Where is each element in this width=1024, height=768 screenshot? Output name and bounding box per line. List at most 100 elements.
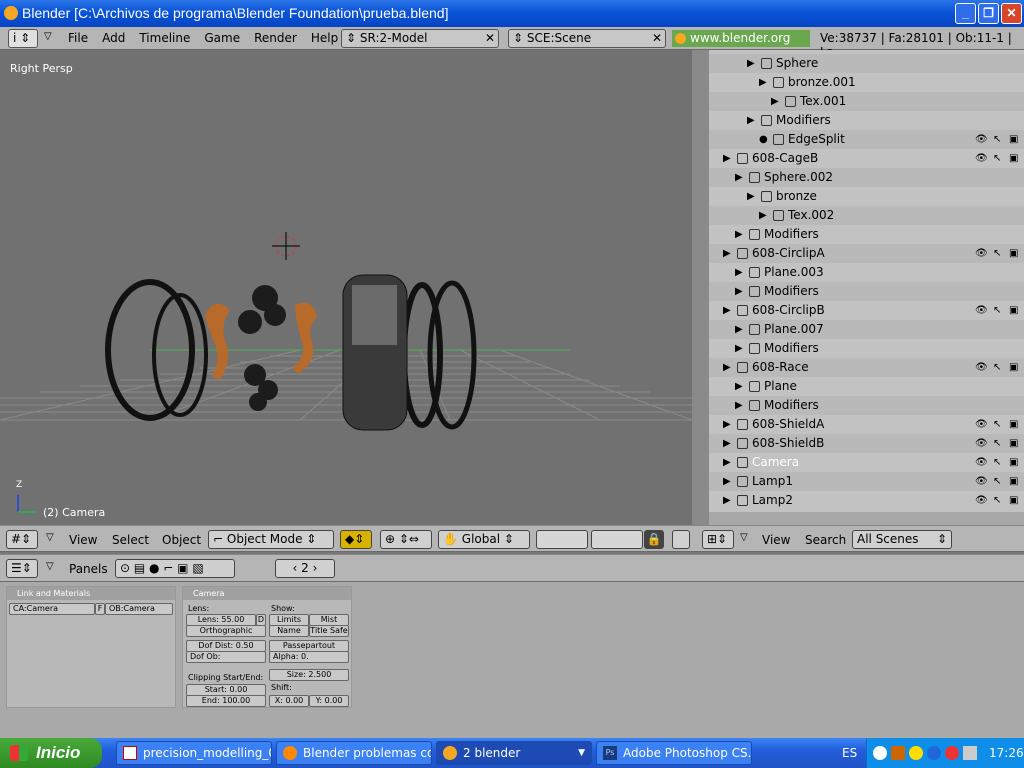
expand-toggle-icon[interactable]: ▶ [723, 472, 731, 491]
expand-toggle-icon[interactable]: ▶ [735, 339, 743, 358]
outliner-row[interactable]: ▶ Modifiers [709, 225, 1024, 244]
visibility-icon[interactable]: 👁 [975, 453, 988, 472]
render-preview-icon[interactable] [672, 530, 690, 549]
renderable-icon[interactable]: ▣ [1009, 130, 1018, 149]
orthographic-button[interactable]: Orthographic [186, 625, 266, 637]
outliner-scrollbar[interactable] [709, 512, 1024, 525]
camera-data-field[interactable]: CA:Camera [9, 603, 95, 615]
visibility-icon[interactable]: 👁 [975, 491, 988, 510]
dof-object-field[interactable]: Dof Ob: [186, 651, 266, 663]
selectable-icon[interactable]: ↖ [993, 149, 1001, 168]
selectable-icon[interactable]: ↖ [993, 244, 1001, 263]
layer-buttons-a[interactable] [536, 530, 588, 549]
pivot-selector[interactable]: ⊕ ⇕⇔ [380, 530, 432, 549]
visibility-icon[interactable]: 👁 [975, 415, 988, 434]
minimize-button[interactable]: _ [955, 3, 976, 24]
visibility-icon[interactable]: 👁 [975, 358, 988, 377]
object-name-field[interactable]: OB:Camera [105, 603, 173, 615]
outliner-row[interactable]: ▶ Sphere.002 [709, 168, 1024, 187]
tray-expand-icon[interactable] [873, 746, 887, 760]
expand-toggle-icon[interactable]: ▶ [735, 263, 743, 282]
outliner-row[interactable]: ▶ Plane.003 [709, 263, 1024, 282]
tray-app-icon-1[interactable] [891, 746, 905, 760]
expand-toggle-icon[interactable]: ● [759, 130, 768, 149]
expand-toggle-icon[interactable]: ▶ [759, 73, 767, 92]
outliner-row[interactable]: ▶ 608-ShieldB 👁 ↖ ▣ [709, 434, 1024, 453]
outliner-collapse-icon[interactable]: ▽ [740, 532, 748, 543]
renderable-icon[interactable]: ▣ [1009, 453, 1018, 472]
outliner-row[interactable]: ▶ 608-CirclipA 👁 ↖ ▣ [709, 244, 1024, 263]
visibility-icon[interactable]: 👁 [975, 244, 988, 263]
menu-view[interactable]: View [69, 533, 97, 547]
outliner-row[interactable]: ▶ Plane [709, 377, 1024, 396]
outliner-row[interactable]: ▶ 608-ShieldA 👁 ↖ ▣ [709, 415, 1024, 434]
outliner-row[interactable]: ▶ bronze.001 [709, 73, 1024, 92]
selectable-icon[interactable]: ↖ [993, 472, 1001, 491]
shading-selector[interactable]: ◆⇕ [340, 530, 372, 549]
expand-toggle-icon[interactable]: ▶ [747, 54, 755, 73]
renderable-icon[interactable]: ▣ [1009, 301, 1018, 320]
blender-org-link[interactable]: www.blender.org 249 [672, 30, 810, 62]
expand-toggle-icon[interactable]: ▶ [735, 396, 743, 415]
outliner-row[interactable]: ▶ 608-CirclipB 👁 ↖ ▣ [709, 301, 1024, 320]
visibility-icon[interactable]: 👁 [975, 434, 988, 453]
renderable-icon[interactable]: ▣ [1009, 149, 1018, 168]
menu-file[interactable]: File [68, 31, 88, 45]
area-splitter[interactable] [692, 50, 709, 525]
outliner-row[interactable]: ▶ Camera 👁 ↖ ▣ [709, 453, 1024, 472]
outliner-row[interactable]: ▶ 608-CageB 👁 ↖ ▣ [709, 149, 1024, 168]
expand-toggle-icon[interactable]: ▶ [747, 187, 755, 206]
expand-toggle-icon[interactable]: ▶ [759, 206, 767, 225]
outliner-menu-view[interactable]: View [762, 533, 790, 547]
context-buttons[interactable]: ⊙ ▤ ● ⌐ ▣ ▧ [115, 559, 235, 578]
expand-toggle-icon[interactable]: ▶ [723, 301, 731, 320]
expand-toggle-icon[interactable]: ▶ [747, 111, 755, 130]
mode-selector[interactable]: ⌐ Object Mode ⇕ [208, 530, 334, 549]
menu-collapse-icon[interactable]: ▽ [44, 31, 52, 42]
task-blender[interactable]: 2 blender ▼ [436, 741, 592, 765]
shift-x-field[interactable]: X: 0.00 [269, 695, 309, 707]
lock-layers-icon[interactable]: 🔒 [644, 530, 664, 549]
selectable-icon[interactable]: ↖ [993, 415, 1001, 434]
scene-selector[interactable]: ⇕ SCE:Scene ✕ [508, 29, 666, 48]
renderable-icon[interactable]: ▣ [1009, 434, 1018, 453]
renderable-icon[interactable]: ▣ [1009, 358, 1018, 377]
visibility-icon[interactable]: 👁 [975, 301, 988, 320]
tray-network-icon[interactable] [909, 746, 923, 760]
panels-menu[interactable]: Panels [69, 562, 108, 576]
editor-type-icon[interactable]: #⇕ [6, 530, 38, 549]
outliner-row[interactable]: ▶ Lamp2 👁 ↖ ▣ [709, 491, 1024, 510]
task-firefox[interactable]: Blender problemas co... [276, 741, 432, 765]
outliner[interactable]: ▶ Sphere ▶ bronze.001 ▶ Tex.001 ▶ Modifiers ● Edg… [709, 50, 1024, 512]
expand-toggle-icon[interactable]: ▶ [723, 415, 731, 434]
visibility-icon[interactable]: 👁 [975, 472, 988, 491]
maximize-button[interactable]: ❐ [978, 3, 999, 24]
tray-app-icon-2[interactable] [927, 746, 941, 760]
expand-toggle-icon[interactable]: ▶ [735, 320, 743, 339]
alpha-slider[interactable]: Alpha: 0. [269, 651, 349, 663]
task-photoshop[interactable]: Ps Adobe Photoshop CS... [596, 741, 752, 765]
renderable-icon[interactable]: ▣ [1009, 472, 1018, 491]
layer-buttons-b[interactable] [591, 530, 643, 549]
outliner-menu-search[interactable]: Search [805, 533, 846, 547]
3d-viewport[interactable]: Right Persp (2) Camera Z [0, 50, 692, 525]
expand-toggle-icon[interactable]: ▶ [723, 491, 731, 510]
menu-game[interactable]: Game [204, 31, 240, 45]
expand-toggle-icon[interactable]: ▶ [723, 434, 731, 453]
header-collapse-icon[interactable]: ▽ [46, 532, 54, 543]
outliner-row[interactable]: ▶ bronze [709, 187, 1024, 206]
visibility-icon[interactable]: 👁 [975, 149, 988, 168]
renderable-icon[interactable]: ▣ [1009, 244, 1018, 263]
selectable-icon[interactable]: ↖ [993, 358, 1001, 377]
outliner-row[interactable]: ▶ Modifiers [709, 111, 1024, 130]
outliner-row[interactable]: ▶ Tex.002 [709, 206, 1024, 225]
outliner-row[interactable]: ▶ Modifiers [709, 339, 1024, 358]
outliner-row[interactable]: ▶ Modifiers [709, 282, 1024, 301]
menu-help[interactable]: Help [311, 31, 338, 45]
menu-select[interactable]: Select [112, 533, 149, 547]
outliner-row[interactable]: ▶ Tex.001 [709, 92, 1024, 111]
tray-antivirus-icon[interactable] [945, 746, 959, 760]
menu-render[interactable]: Render [254, 31, 297, 45]
outliner-row[interactable]: ▶ Sphere [709, 54, 1024, 73]
expand-toggle-icon[interactable]: ▶ [735, 282, 743, 301]
